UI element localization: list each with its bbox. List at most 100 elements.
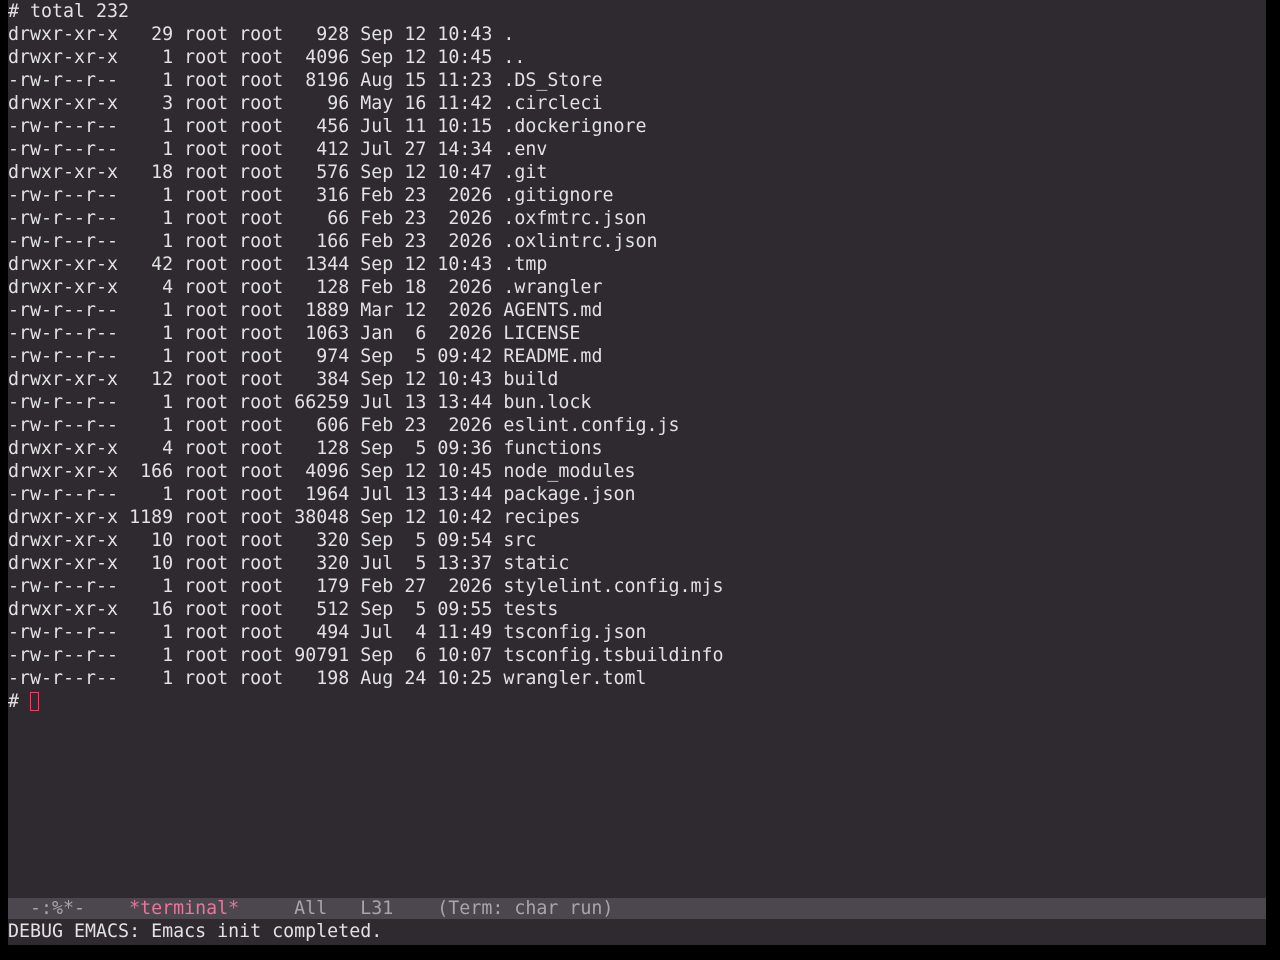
link-count: 166 [129, 461, 174, 482]
ls-entry-row: drwxr-xr-x 10 root root 320 Jul 5 13:37 … [8, 552, 724, 575]
file-permissions: -rw-r--r-- [8, 668, 119, 689]
file-day: 12 [404, 254, 427, 275]
file-time: 09:42 [437, 346, 493, 367]
file-permissions: -rw-r--r-- [8, 392, 119, 413]
ls-entry-row: -rw-r--r-- 1 root root 179 Feb 27 2026 s… [8, 575, 724, 598]
file-size: 4096 [294, 461, 350, 482]
file-size: 320 [294, 553, 350, 574]
link-count: 29 [129, 24, 174, 45]
link-count: 4 [129, 277, 174, 298]
modeline-buffer-name[interactable]: *terminal* [129, 898, 239, 919]
file-owner: root [184, 530, 229, 551]
file-month: May [360, 93, 394, 114]
file-permissions: -rw-r--r-- [8, 576, 119, 597]
file-month: Sep [360, 461, 394, 482]
file-day: 12 [404, 461, 427, 482]
file-permissions: -rw-r--r-- [8, 70, 119, 91]
prompt-line[interactable]: # [8, 690, 724, 713]
file-permissions: drwxr-xr-x [8, 507, 119, 528]
ls-entry-row: -rw-r--r-- 1 root root 66 Feb 23 2026 .o… [8, 207, 724, 230]
file-time: 13:37 [437, 553, 493, 574]
file-group: root [239, 438, 284, 459]
ls-entry-row: drwxr-xr-x 4 root root 128 Sep 5 09:36 f… [8, 437, 724, 460]
file-size: 576 [294, 162, 350, 183]
file-owner: root [184, 599, 229, 620]
file-owner: root [184, 484, 229, 505]
link-count: 1 [129, 392, 174, 413]
file-time: 2026 [437, 231, 493, 252]
file-day: 5 [404, 553, 427, 574]
file-name: LICENSE [503, 323, 581, 344]
file-size: 1344 [294, 254, 350, 275]
file-permissions: drwxr-xr-x [8, 530, 119, 551]
file-permissions: -rw-r--r-- [8, 323, 119, 344]
file-day: 5 [404, 438, 427, 459]
link-count: 1 [129, 346, 174, 367]
file-month: Feb [360, 185, 394, 206]
link-count: 12 [129, 369, 174, 390]
file-month: Feb [360, 277, 394, 298]
file-owner: root [184, 415, 229, 436]
file-month: Sep [360, 346, 394, 367]
link-count: 1 [129, 415, 174, 436]
terminal-buffer[interactable]: # total 232 drwxr-xr-x 29 root root 928 … [8, 0, 1266, 898]
file-month: Jul [360, 139, 394, 160]
file-day: 12 [404, 369, 427, 390]
file-day: 12 [404, 300, 427, 321]
link-count: 1 [129, 323, 174, 344]
file-owner: root [184, 461, 229, 482]
file-group: root [239, 484, 284, 505]
echo-area: DEBUG EMACS: Emacs init completed. [8, 920, 1266, 943]
file-group: root [239, 645, 284, 666]
file-time: 09:55 [437, 599, 493, 620]
file-owner: root [184, 277, 229, 298]
file-time: 10:43 [437, 254, 493, 275]
link-count: 10 [129, 553, 174, 574]
file-permissions: drwxr-xr-x [8, 47, 119, 68]
file-owner: root [184, 346, 229, 367]
link-count: 4 [129, 438, 174, 459]
file-size: 320 [294, 530, 350, 551]
modeline-lead [8, 898, 30, 919]
ls-entry-row: drwxr-xr-x 18 root root 576 Sep 12 10:47… [8, 161, 724, 184]
file-permissions: drwxr-xr-x [8, 553, 119, 574]
file-time: 2026 [437, 300, 493, 321]
file-day: 27 [404, 139, 427, 160]
file-owner: root [184, 553, 229, 574]
file-group: root [239, 277, 284, 298]
file-time: 2026 [437, 323, 493, 344]
file-month: Sep [360, 254, 394, 275]
file-name: .. [503, 47, 526, 68]
file-name: .DS_Store [503, 70, 603, 91]
file-month: Jul [360, 116, 394, 137]
file-owner: root [184, 438, 229, 459]
file-owner: root [184, 93, 229, 114]
file-owner: root [184, 392, 229, 413]
file-size: 198 [294, 668, 350, 689]
file-time: 2026 [437, 208, 493, 229]
file-name: package.json [503, 484, 636, 505]
ls-entry-row: drwxr-xr-x 1189 root root 38048 Sep 12 1… [8, 506, 724, 529]
file-time: 2026 [437, 185, 493, 206]
file-owner: root [184, 208, 229, 229]
file-permissions: -rw-r--r-- [8, 645, 119, 666]
file-size: 38048 [294, 507, 350, 528]
link-count: 18 [129, 162, 174, 183]
file-permissions: drwxr-xr-x [8, 162, 119, 183]
file-time: 10:43 [437, 24, 493, 45]
file-name: recipes [503, 507, 581, 528]
file-permissions: drwxr-xr-x [8, 599, 119, 620]
file-time: 11:42 [437, 93, 493, 114]
file-day: 5 [404, 599, 427, 620]
file-size: 316 [294, 185, 350, 206]
mode-line[interactable]: -:%*- *terminal* All L31 (Term: char run… [8, 898, 1266, 919]
file-owner: root [184, 116, 229, 137]
file-month: Feb [360, 576, 394, 597]
file-size: 384 [294, 369, 350, 390]
ls-entry-row: drwxr-xr-x 166 root root 4096 Sep 12 10:… [8, 460, 724, 483]
file-size: 96 [294, 93, 350, 114]
file-size: 412 [294, 139, 350, 160]
link-count: 1189 [129, 507, 174, 528]
modeline-major-mode[interactable]: (Term: char run) [437, 898, 613, 919]
file-group: root [239, 70, 284, 91]
